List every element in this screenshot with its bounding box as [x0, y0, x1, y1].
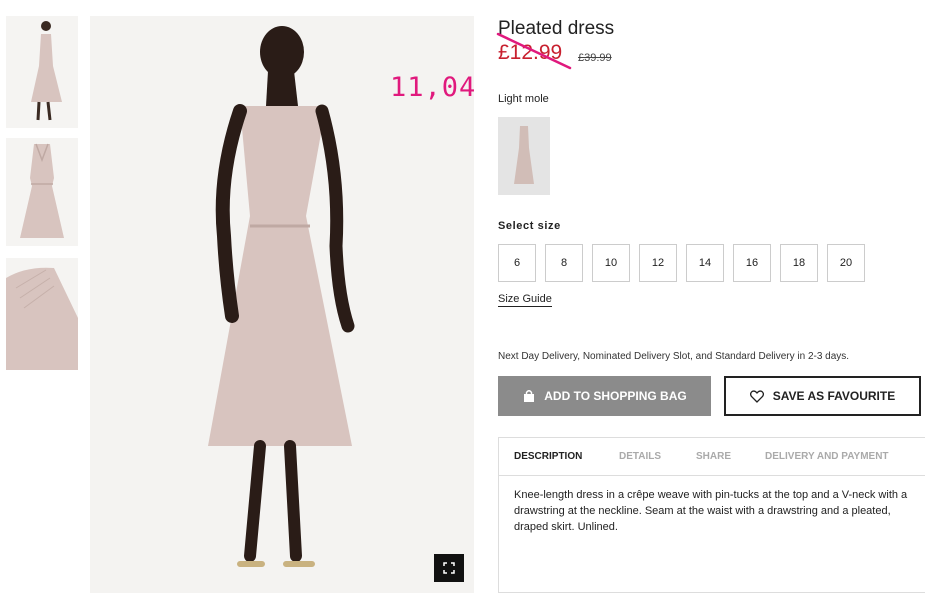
- dress-swatch-image: [514, 126, 534, 184]
- size-option[interactable]: 12: [639, 244, 677, 282]
- size-option[interactable]: 16: [733, 244, 771, 282]
- size-option[interactable]: 8: [545, 244, 583, 282]
- save-favourite-button[interactable]: SAVE AS FAVOURITE: [724, 376, 921, 416]
- color-swatch[interactable]: [498, 117, 550, 195]
- dress-detail-thumbnail-image: [6, 267, 78, 370]
- shopping-bag-icon: [524, 390, 535, 402]
- original-price: £39.99: [578, 52, 612, 64]
- size-option[interactable]: 10: [592, 244, 630, 282]
- add-to-bag-label: ADD TO SHOPPING BAG: [544, 389, 687, 403]
- expand-icon: [443, 562, 455, 574]
- save-favourite-label: SAVE AS FAVOURITE: [772, 389, 896, 403]
- fullscreen-button[interactable]: [434, 554, 464, 582]
- product-description: Knee-length dress in a crêpe weave with …: [514, 489, 908, 533]
- tab-share[interactable]: SHARE: [696, 451, 731, 462]
- size-option[interactable]: 14: [686, 244, 724, 282]
- size-option[interactable]: 18: [780, 244, 818, 282]
- delivery-info: Next Day Delivery, Nominated Delivery Sl…: [498, 351, 850, 362]
- tab-delivery-and-payment[interactable]: DELIVERY AND PAYMENT: [765, 451, 889, 462]
- size-option[interactable]: 6: [498, 244, 536, 282]
- size-guide-link[interactable]: Size Guide: [498, 293, 552, 307]
- product-info-tabs: DESCRIPTION DETAILS SHARE DELIVERY AND P…: [498, 437, 925, 593]
- size-option[interactable]: 20: [827, 244, 865, 282]
- thumbnail-3[interactable]: [6, 258, 78, 370]
- dress-side-thumbnail-image: [31, 21, 62, 121]
- tab-bar: DESCRIPTION DETAILS SHARE DELIVERY AND P…: [499, 438, 925, 476]
- dress-front-thumbnail-image: [20, 143, 64, 238]
- color-name: Light mole: [498, 93, 549, 105]
- tab-description[interactable]: DESCRIPTION: [514, 451, 582, 462]
- tab-details[interactable]: DETAILS: [619, 451, 661, 462]
- handwritten-price-note: 11,04: [390, 72, 477, 103]
- thumbnail-2[interactable]: [6, 138, 78, 246]
- add-to-bag-button[interactable]: ADD TO SHOPPING BAG: [498, 376, 711, 416]
- price-strikethrough-annotation: [496, 32, 572, 70]
- select-size-label: Select size: [498, 220, 561, 232]
- heart-icon: [749, 389, 764, 403]
- thumbnail-1[interactable]: [6, 16, 78, 128]
